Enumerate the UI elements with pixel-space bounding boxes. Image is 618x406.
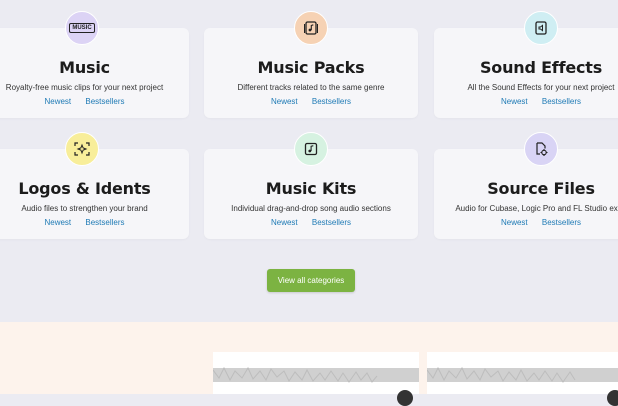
category-description: Audio files to strengthen your brand	[21, 204, 148, 213]
waveform-preview[interactable]	[427, 352, 618, 394]
music-pack-icon	[294, 11, 328, 45]
category-description: Audio for Cubase, Logic Pro and FL Studi…	[455, 204, 618, 213]
category-description: Royalty-free music clips for your next p…	[5, 83, 164, 92]
category-title: Music Kits	[265, 179, 357, 198]
newest-link[interactable]: Newest	[501, 218, 528, 227]
bestsellers-link[interactable]: Bestsellers	[542, 218, 581, 227]
newest-link[interactable]: Newest	[44, 218, 71, 227]
bestsellers-link[interactable]: Bestsellers	[542, 97, 581, 106]
bestsellers-link[interactable]: Bestsellers	[85, 97, 124, 106]
newest-link[interactable]: Newest	[271, 218, 298, 227]
category-card-music-packs[interactable]: Music Packs Different tracks related to …	[204, 11, 418, 118]
category-card-music-kits[interactable]: Music Kits Individual drag-and-drop song…	[204, 132, 418, 239]
bestsellers-link[interactable]: Bestsellers	[312, 97, 351, 106]
waveform-preview[interactable]	[213, 352, 419, 394]
category-card-logos-idents[interactable]: Logos & Idents Audio files to strengthen…	[0, 132, 189, 239]
source-file-gear-icon	[524, 132, 558, 166]
logo-sparkle-icon	[65, 132, 99, 166]
play-button[interactable]	[397, 390, 413, 406]
category-title: Music Packs	[257, 58, 365, 77]
view-all-categories-button[interactable]: View all categories	[267, 269, 355, 292]
category-title: Music	[59, 58, 110, 77]
category-title: Sound Effects	[479, 58, 603, 77]
category-description: Different tracks related to the same gen…	[237, 83, 385, 92]
newest-link[interactable]: Newest	[44, 97, 71, 106]
bestsellers-link[interactable]: Bestsellers	[85, 218, 124, 227]
category-card-music[interactable]: MUSIC Music Royalty-free music clips for…	[0, 11, 189, 118]
newest-link[interactable]: Newest	[501, 97, 528, 106]
sound-effects-icon	[524, 11, 558, 45]
category-card-sound-effects[interactable]: Sound Effects All the Sound Effects for …	[434, 11, 618, 118]
category-description: All the Sound Effects for your next proj…	[467, 83, 615, 92]
newest-link[interactable]: Newest	[271, 97, 298, 106]
bestsellers-link[interactable]: Bestsellers	[312, 218, 351, 227]
play-button[interactable]	[607, 390, 618, 406]
category-description: Individual drag-and-drop song audio sect…	[231, 204, 391, 213]
music-text-icon: MUSIC	[65, 11, 99, 45]
category-title: Logos & Idents	[18, 179, 151, 198]
category-title: Source Files	[487, 179, 595, 198]
category-card-source-files[interactable]: Source Files Audio for Cubase, Logic Pro…	[434, 132, 618, 239]
music-kit-icon	[294, 132, 328, 166]
